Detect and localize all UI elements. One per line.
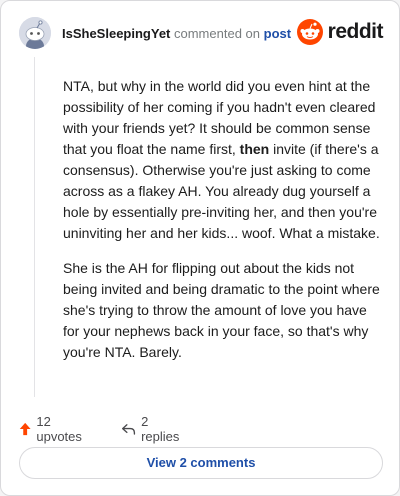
- paragraph-1-bold: then: [239, 141, 270, 157]
- action-text: commented on: [174, 26, 260, 41]
- reply-arrow-icon: [122, 424, 136, 435]
- username-link[interactable]: IsSheSleepingYet: [62, 26, 170, 41]
- reddit-wordmark: reddit: [327, 20, 384, 43]
- post-link[interactable]: post: [264, 26, 291, 41]
- comment-byline: IsSheSleepingYet commented on post: [62, 26, 291, 41]
- comment-body: NTA, but why in the world did you even h…: [63, 76, 381, 377]
- avatar[interactable]: [19, 17, 51, 49]
- replies-count: 2 replies: [141, 414, 180, 444]
- upvote-stat[interactable]: 12 upvotes: [19, 414, 86, 444]
- upvote-arrow-icon: [19, 422, 31, 436]
- upvote-count: 12 upvotes: [36, 414, 82, 444]
- comment-header: IsSheSleepingYet commented on post reddi…: [19, 17, 384, 51]
- thread-line: [34, 57, 35, 397]
- reddit-brand[interactable]: reddit: [296, 19, 384, 45]
- comment-card: IsSheSleepingYet commented on post reddi…: [0, 0, 400, 496]
- snoo-avatar-icon: [19, 17, 51, 49]
- view-comments-button[interactable]: View 2 comments: [19, 447, 383, 479]
- comment-paragraph-1: NTA, but why in the world did you even h…: [63, 76, 381, 244]
- reddit-logo-icon: [296, 19, 323, 45]
- replies-stat[interactable]: 2 replies: [121, 414, 182, 444]
- comment-paragraph-2: She is the AH for flipping out about the…: [63, 260, 380, 360]
